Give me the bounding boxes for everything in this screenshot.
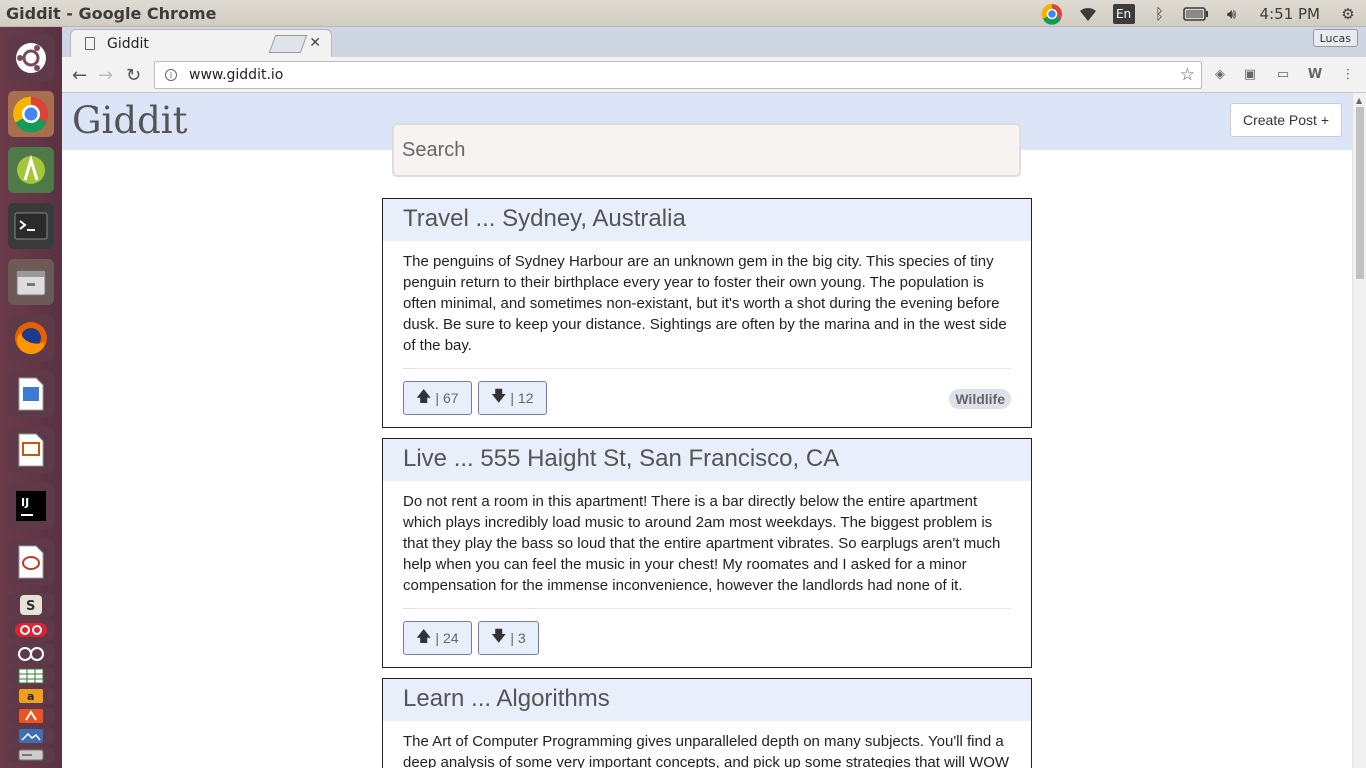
reader-icon[interactable] (8, 643, 54, 665)
category-tag[interactable]: Wildlife (949, 389, 1011, 409)
pocket-extension-icon[interactable]: ▣ (1242, 66, 1258, 82)
svg-text:a: a (27, 690, 34, 703)
window-title: Giddit - Google Chrome (6, 3, 217, 23)
spreadsheet-icon[interactable] (8, 667, 54, 685)
post-title[interactable]: Live ... 555 Haight St, San Francisco, C… (383, 439, 1031, 481)
reload-icon[interactable]: ↻ (126, 65, 141, 86)
post-card: Live ... 555 Haight St, San Francisco, C… (382, 438, 1032, 668)
new-tab-button[interactable] (268, 35, 308, 53)
wikipedia-extension-icon[interactable]: W (1307, 66, 1323, 82)
upvote-count: | 67 (435, 390, 459, 406)
close-tab-icon[interactable]: ✕ (309, 35, 321, 51)
site-logo[interactable]: Giddit (72, 99, 187, 142)
info-icon[interactable]: i (165, 69, 177, 81)
search-input[interactable]: Search (392, 123, 1021, 177)
tab-title: Giddit (107, 35, 149, 52)
battery-icon[interactable] (1178, 0, 1214, 27)
page-icon (85, 37, 95, 50)
ubuntu-dash-icon[interactable] (8, 35, 54, 81)
photo-viewer-icon[interactable] (8, 727, 54, 745)
amazon-icon[interactable]: a (8, 687, 54, 705)
cast-icon[interactable]: ▭ (1275, 66, 1291, 82)
downvote-count: | 12 (510, 390, 534, 406)
bluetooth-icon[interactable]: ᛒ (1142, 0, 1178, 27)
chrome-tray-icon[interactable] (1034, 0, 1070, 27)
page-viewport: Giddit Create Post + Search Travel ... S… (62, 93, 1352, 768)
post-footer: 🡅 | 24 🡇 | 3 (383, 609, 1031, 667)
dropbox-extension-icon[interactable]: ◈ (1212, 66, 1228, 82)
address-bar[interactable]: i www.giddit.io ☆ (154, 61, 1202, 89)
arrow-down-icon: 🡇 (490, 387, 507, 405)
document-viewer-icon[interactable] (8, 539, 54, 585)
keyboard-layout-indicator[interactable]: En (1106, 0, 1142, 27)
flickr-icon[interactable] (8, 619, 54, 641)
chrome-launcher-icon[interactable] (8, 91, 54, 137)
post-footer: 🡅 | 67 🡇 | 12 Wildlife (383, 369, 1031, 427)
scrollbar-thumb[interactable] (1356, 107, 1364, 279)
volume-icon[interactable]: 🔊︎ (1214, 0, 1250, 27)
upvote-button[interactable]: 🡅 | 67 (403, 381, 472, 415)
terminal-icon[interactable] (8, 203, 54, 249)
forward-arrow-icon[interactable]: → (98, 65, 113, 86)
post-card: Learn ... Algorithms The Art of Computer… (382, 678, 1032, 768)
url-text: www.giddit.io (189, 67, 284, 83)
file-manager-icon[interactable] (8, 259, 54, 305)
svg-text:IJ: IJ (21, 496, 29, 509)
downvote-button[interactable]: 🡇 | 3 (477, 621, 539, 655)
post-card: Travel ... Sydney, Australia The penguin… (382, 198, 1032, 428)
page-scrollbar[interactable]: ▲ (1352, 93, 1366, 768)
chrome-toolbar: ← → ↻ i www.giddit.io ☆ ◈ ▣ ▭ W ⋮ (62, 57, 1366, 93)
settings-gear-icon[interactable]: ⚙ (1330, 0, 1366, 27)
scroll-up-icon[interactable]: ▲ (1356, 96, 1362, 105)
slack-icon[interactable]: S (8, 593, 54, 617)
post-title[interactable]: Learn ... Algorithms (383, 679, 1031, 721)
os-top-bar: Giddit - Google Chrome En ᛒ 🔊︎ 4:51 PM ⚙ (0, 0, 1366, 27)
post-body: Do not rent a room in this apartment! Th… (403, 493, 1001, 594)
intellij-icon[interactable]: IJ (8, 483, 54, 529)
svg-text:S: S (26, 599, 35, 614)
android-studio-icon[interactable] (8, 147, 54, 193)
arrow-down-icon: 🡇 (490, 627, 507, 645)
firefox-icon[interactable] (8, 315, 54, 361)
downvote-count: | 3 (510, 630, 526, 646)
post-body: The Art of Computer Programming gives un… (403, 733, 1010, 768)
upvote-count: | 24 (435, 630, 459, 646)
profile-button[interactable]: Lucas (1312, 29, 1358, 47)
libreoffice-impress-icon[interactable] (8, 427, 54, 473)
app-launcher: IJ S a (0, 27, 62, 768)
software-center-icon[interactable] (8, 707, 54, 725)
create-post-button[interactable]: Create Post + (1230, 103, 1342, 137)
downvote-button[interactable]: 🡇 | 12 (477, 381, 547, 415)
bookmark-star-icon[interactable]: ☆ (1180, 65, 1195, 85)
wifi-icon[interactable] (1070, 0, 1106, 27)
upvote-button[interactable]: 🡅 | 24 (403, 621, 472, 655)
chrome-menu-icon[interactable]: ⋮ (1340, 66, 1356, 82)
clock[interactable]: 4:51 PM (1250, 0, 1330, 27)
arrow-up-icon: 🡅 (416, 387, 432, 405)
libreoffice-writer-icon[interactable] (8, 371, 54, 417)
system-tray: En ᛒ 🔊︎ 4:51 PM ⚙ (1034, 0, 1366, 27)
chrome-tab-strip: Giddit ✕ Lucas (62, 27, 1366, 57)
arrow-up-icon: 🡅 (416, 627, 432, 645)
post-title[interactable]: Travel ... Sydney, Australia (383, 199, 1031, 241)
post-body: The penguins of Sydney Harbour are an un… (403, 253, 1007, 354)
drive-icon[interactable] (8, 747, 54, 763)
back-arrow-icon[interactable]: ← (72, 65, 87, 86)
